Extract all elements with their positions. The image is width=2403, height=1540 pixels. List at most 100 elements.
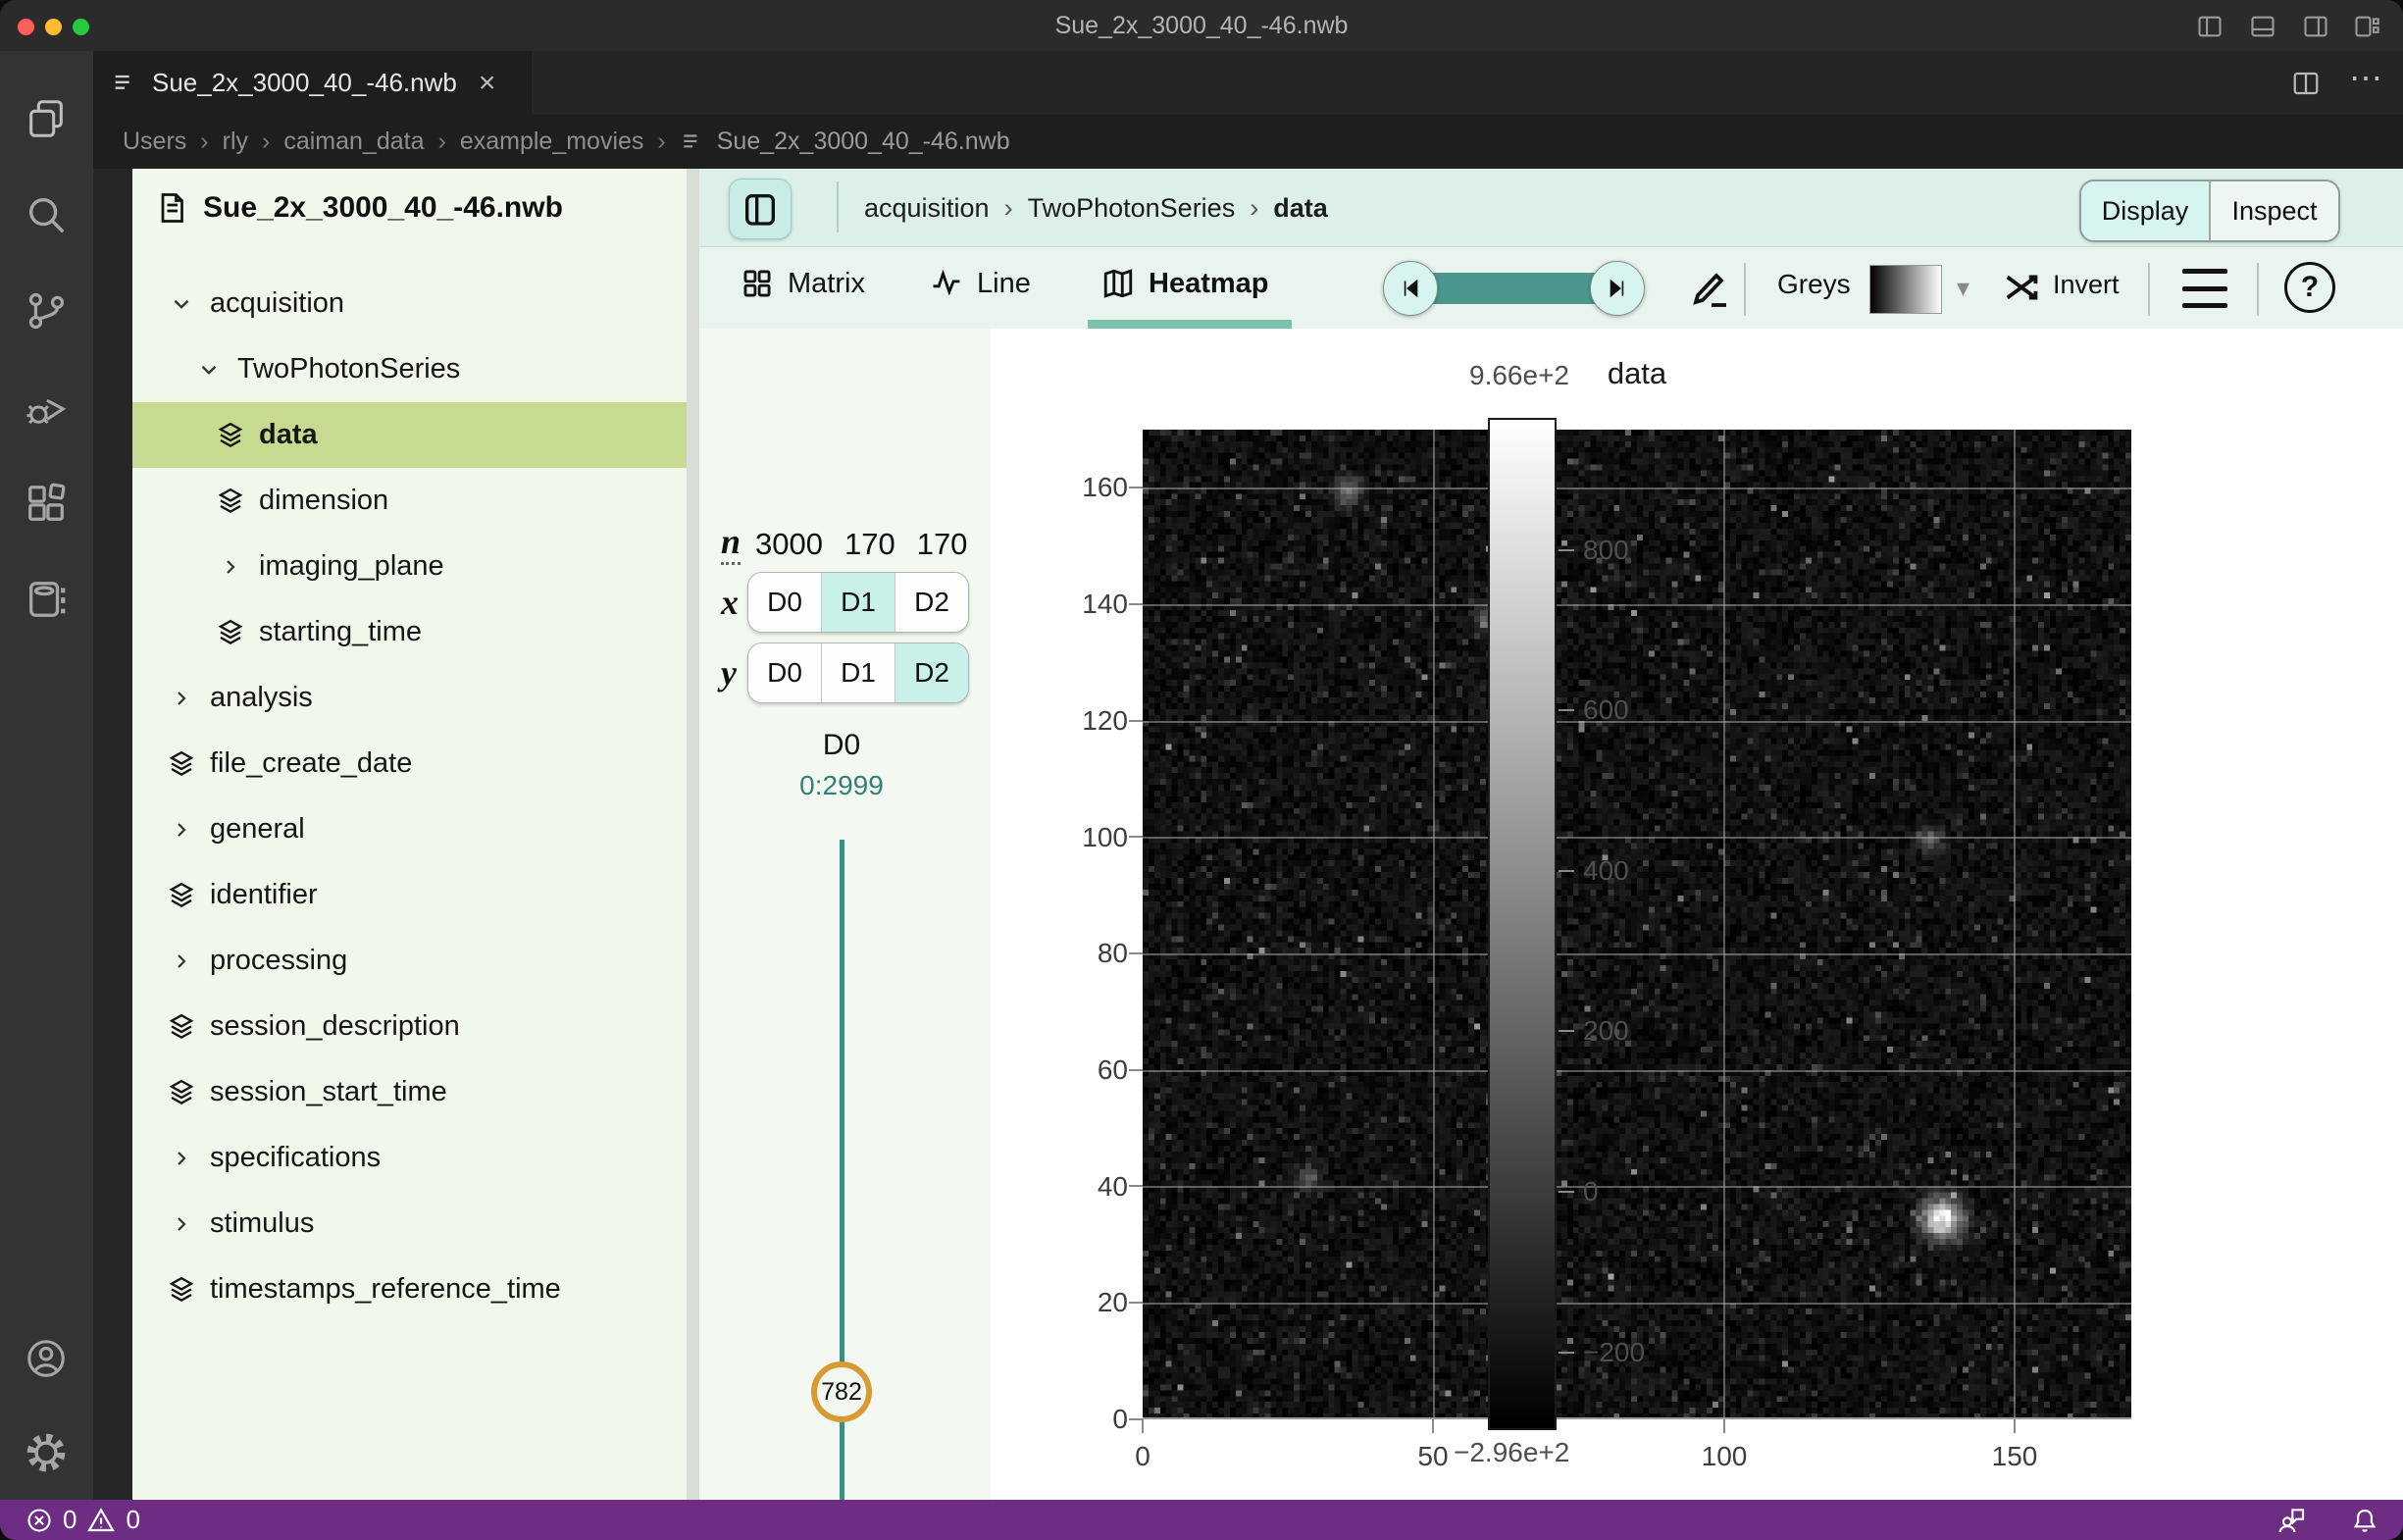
- tree-item-analysis[interactable]: analysis: [132, 665, 687, 731]
- tab-heatmap[interactable]: Heatmap: [1101, 247, 1269, 320]
- n-label: n: [721, 521, 741, 565]
- breadcrumb-caiman-data[interactable]: caiman_data: [283, 128, 424, 156]
- colorbar-tick-label: 0: [1583, 1176, 1599, 1207]
- sidebar-gutter: [93, 169, 132, 1500]
- tree-item-acquisition[interactable]: acquisition: [132, 271, 687, 336]
- document-icon: [154, 190, 189, 226]
- inspect-mode-button[interactable]: Inspect: [2211, 181, 2338, 240]
- menu-hamburger-icon[interactable]: [2182, 269, 2227, 308]
- help-icon[interactable]: ?: [2284, 262, 2335, 313]
- close-tab-icon[interactable]: ×: [479, 69, 496, 98]
- frame-dim-label: D0: [792, 729, 891, 762]
- display-mode-button[interactable]: Display: [2081, 181, 2211, 240]
- toggle-primary-sidebar-icon[interactable]: [2193, 13, 2226, 40]
- chevron-right-icon: [166, 950, 197, 973]
- panel-resize-handle[interactable]: [687, 169, 699, 1500]
- range-slider-end-handle[interactable]: [1590, 261, 1645, 316]
- colorbar-min-label: −2.96e+2: [1454, 1437, 1569, 1468]
- toolbar-separator: [2148, 263, 2150, 316]
- colorbar-tick-label: 600: [1583, 694, 1629, 726]
- breadcrumb-example-movies[interactable]: example_movies: [460, 128, 644, 156]
- frame-range-label: 0:2999: [792, 770, 891, 801]
- search-icon[interactable]: [24, 192, 69, 237]
- run-debug-icon[interactable]: [24, 385, 69, 430]
- y-tick: [1129, 603, 1143, 605]
- tree-item-stimulus[interactable]: stimulus: [132, 1191, 687, 1257]
- chevron-down-icon: [193, 357, 225, 383]
- range-slider-start-handle[interactable]: [1383, 261, 1438, 316]
- breadcrumb-users[interactable]: Users: [123, 128, 186, 156]
- gridline: [1723, 430, 1725, 1419]
- crumb-acquisition[interactable]: acquisition: [864, 193, 990, 224]
- tree-item-session-start-time[interactable]: session_start_time: [132, 1059, 687, 1125]
- problems-status[interactable]: 0 0: [26, 1505, 140, 1535]
- customize-layout-icon[interactable]: [2350, 13, 2383, 40]
- y-d1-button[interactable]: D1: [822, 643, 895, 702]
- tree-item-session-description[interactable]: session_description: [132, 994, 687, 1059]
- x-tick: [1142, 1419, 1144, 1433]
- extensions-icon[interactable]: [24, 481, 69, 526]
- feedback-person-icon[interactable]: [2275, 1505, 2307, 1536]
- tab-line[interactable]: Line: [930, 247, 1031, 320]
- line-pulse-icon: [930, 267, 963, 300]
- tree-item-specifications[interactable]: specifications: [132, 1125, 687, 1191]
- colormap-gradient-swatch[interactable]: [1869, 265, 1942, 314]
- breadcrumb-rly[interactable]: rly: [223, 128, 248, 156]
- tree-item-timestamps-reference-time[interactable]: timestamps_reference_time: [132, 1257, 687, 1322]
- source-control-icon[interactable]: [24, 288, 69, 334]
- chevron-down-icon[interactable]: ▾: [1957, 273, 1969, 303]
- tree-item-imaging-plane[interactable]: imaging_plane: [132, 534, 687, 599]
- gridline: [1433, 430, 1435, 1419]
- toggle-secondary-sidebar-icon[interactable]: [2299, 13, 2332, 40]
- x-d0-button[interactable]: D0: [748, 573, 822, 632]
- crumb-separator: ›: [1004, 193, 1013, 224]
- bell-icon[interactable]: [2350, 1506, 2379, 1535]
- colorbar-tick: [1559, 870, 1574, 872]
- draw-pen-icon[interactable]: [1685, 263, 1732, 310]
- tree-item-identifier[interactable]: identifier: [132, 862, 687, 928]
- x-d2-button[interactable]: D2: [895, 573, 968, 632]
- settings-gear-icon[interactable]: [24, 1430, 69, 1475]
- y-tick-label: 20: [1035, 1287, 1128, 1318]
- app-window: Sue_2x_3000_40_-46.nwb: [0, 0, 2403, 1540]
- range-slider[interactable]: [1385, 273, 1644, 304]
- more-actions-icon[interactable]: ⋯: [2349, 59, 2382, 98]
- tree-item-general[interactable]: general: [132, 796, 687, 862]
- y-d0-button[interactable]: D0: [748, 643, 822, 702]
- tree-item-data[interactable]: data: [132, 402, 687, 468]
- status-right-icons: [2275, 1505, 2379, 1536]
- tree-item-dimension[interactable]: dimension: [132, 468, 687, 534]
- account-icon[interactable]: [24, 1336, 69, 1381]
- error-icon: [26, 1507, 53, 1534]
- invert-shuffle-icon[interactable]: [2000, 265, 2045, 310]
- colormap-label[interactable]: Greys: [1777, 269, 1851, 300]
- frame-slider-track[interactable]: [840, 840, 844, 1540]
- x-d1-button[interactable]: D1: [822, 573, 895, 632]
- toggle-sidebar-button[interactable]: [729, 179, 792, 239]
- y-tick: [1129, 1418, 1143, 1420]
- tab-nwb-file[interactable]: Sue_2x_3000_40_-46.nwb ×: [93, 51, 532, 115]
- y-tick-label: 0: [1035, 1404, 1128, 1435]
- tab-matrix[interactable]: Matrix: [741, 247, 865, 320]
- invert-label[interactable]: Invert: [2053, 270, 2120, 300]
- nwb-notebook-icon[interactable]: [24, 577, 69, 622]
- split-editor-icon[interactable]: [2290, 69, 2322, 98]
- tree-item-twophotonseries[interactable]: TwoPhotonSeries: [132, 336, 687, 402]
- colorbar-max-label: 9.66e+2: [1469, 360, 1569, 391]
- x-tick-label: 100: [1685, 1441, 1764, 1472]
- crumb-twophotonseries[interactable]: TwoPhotonSeries: [1028, 193, 1236, 224]
- breadcrumb-file[interactable]: Sue_2x_3000_40_-46.nwb: [717, 128, 1010, 156]
- colorbar-tick-label: −200: [1583, 1337, 1645, 1368]
- y-tick-label: 160: [1035, 472, 1128, 503]
- frame-slider-handle[interactable]: 782: [811, 1361, 872, 1422]
- x-tick-label: 150: [1975, 1441, 2054, 1472]
- gridline: [1143, 604, 2131, 606]
- tree-item-starting-time[interactable]: starting_time: [132, 599, 687, 665]
- crumb-data[interactable]: data: [1273, 193, 1328, 224]
- y-d2-button[interactable]: D2: [895, 643, 968, 702]
- breadcrumb-separator: ›: [657, 128, 665, 156]
- tree-item-processing[interactable]: processing: [132, 928, 687, 994]
- explorer-icon[interactable]: [24, 96, 69, 141]
- tree-item-file-create-date[interactable]: file_create_date: [132, 731, 687, 796]
- toggle-panel-icon[interactable]: [2246, 13, 2279, 40]
